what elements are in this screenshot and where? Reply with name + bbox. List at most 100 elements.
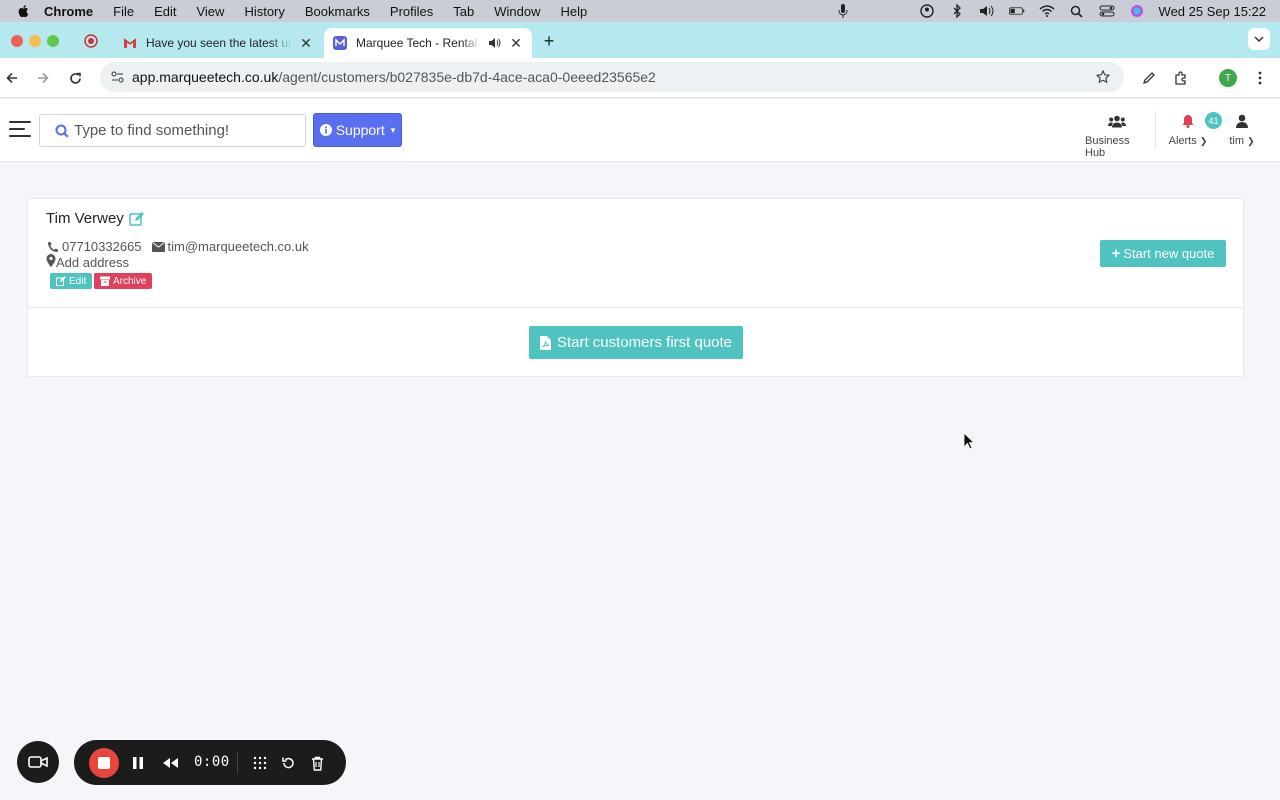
start-new-quote-button[interactable]: + Start new quote: [1100, 240, 1226, 267]
app-header: Support ▾ Business Hub Alerts ❯ 41 tim ❯: [0, 99, 1280, 162]
plus-icon: +: [1111, 245, 1121, 262]
siri-icon[interactable]: [1129, 4, 1145, 18]
recorder-grid-button[interactable]: [250, 753, 270, 773]
start-first-quote-button[interactable]: Start customers first quote: [529, 326, 743, 359]
url-path: /agent/customers/b027835e-db7d-4ace-aca0…: [278, 69, 656, 85]
alerts-chevron-icon: ❯: [1199, 136, 1208, 146]
tab-search-chevron-icon[interactable]: [1248, 28, 1270, 50]
card-divider: [28, 307, 1243, 308]
menu-tab[interactable]: Tab: [453, 4, 474, 19]
site-settings-icon[interactable]: [108, 68, 126, 86]
start-first-quote-label: Start customers first quote: [556, 334, 733, 351]
archive-label: Archive: [113, 275, 147, 287]
business-hub-link[interactable]: Business Hub: [1085, 113, 1149, 159]
menu-help[interactable]: Help: [561, 4, 588, 19]
tab-gmail-close-icon[interactable]: ✕: [298, 35, 314, 51]
start-new-quote-label: Start new quote: [1123, 246, 1215, 261]
support-label: Support: [335, 122, 385, 138]
reload-icon[interactable]: [65, 68, 85, 88]
apple-logo-icon[interactable]: [16, 4, 30, 18]
window-fullscreen-button[interactable]: [47, 35, 59, 47]
alerts-dropdown[interactable]: Alerts ❯: [1166, 113, 1210, 147]
recorder-delete-button[interactable]: [307, 753, 327, 773]
wifi-icon[interactable]: [1039, 4, 1055, 18]
back-arrow-icon[interactable]: [2, 68, 22, 88]
recorder-camera-button[interactable]: [17, 741, 59, 783]
menu-file[interactable]: File: [113, 4, 134, 19]
recorder-control-bar: 0:00: [74, 740, 346, 785]
menubar-clock[interactable]: Wed 25 Sep 15:22: [1159, 4, 1266, 19]
new-tab-button[interactable]: +: [540, 32, 558, 50]
menu-history[interactable]: History: [244, 4, 284, 19]
recorder-stop-button[interactable]: [89, 748, 119, 778]
video-camera-icon: [28, 756, 48, 768]
spotlight-search-icon[interactable]: [1069, 4, 1085, 18]
menu-app-name[interactable]: Chrome: [44, 4, 93, 19]
edit-name-icon[interactable]: [129, 211, 145, 227]
mac-menu-bar: Chrome File Edit View History Bookmarks …: [0, 0, 1280, 22]
recorder-rewind-button[interactable]: [160, 753, 180, 773]
user-icon: [1236, 113, 1248, 129]
chrome-menu-icon[interactable]: [1250, 68, 1270, 88]
users-group-icon: [1108, 113, 1126, 129]
global-search[interactable]: [39, 114, 306, 147]
archive-box-icon: [100, 276, 110, 286]
record-icon: [84, 34, 98, 48]
envelope-icon: [151, 240, 165, 253]
restart-icon: [282, 757, 294, 769]
info-icon: [319, 124, 332, 136]
bluetooth-icon[interactable]: [949, 4, 965, 18]
phone-icon: [46, 240, 59, 253]
alerts-count-badge: 41: [1205, 112, 1222, 129]
edit-label: Edit: [69, 275, 87, 287]
tab-gmail[interactable]: Have you seen the latest upd ✕: [114, 28, 322, 58]
search-input[interactable]: [74, 122, 294, 139]
stop-icon: [98, 757, 110, 769]
recorder-restart-button[interactable]: [278, 753, 298, 773]
user-switch-icon[interactable]: [919, 4, 935, 18]
menubar-status-area: Wed 25 Sep 15:22: [835, 0, 1266, 22]
trash-icon: [311, 756, 323, 771]
url-host: app.marqueetech.co.uk: [132, 69, 279, 85]
address-bar[interactable]: app.marqueetech.co.uk/agent/customers/b0…: [100, 62, 1124, 92]
bookmark-star-icon[interactable]: [1094, 68, 1112, 86]
menu-profiles[interactable]: Profiles: [390, 4, 433, 19]
profile-avatar[interactable]: T: [1219, 69, 1237, 87]
archive-customer-button[interactable]: Archive: [94, 273, 153, 289]
tab-marquee-tech-close-icon[interactable]: ✕: [508, 35, 524, 51]
add-address-link[interactable]: Add address: [56, 255, 129, 270]
menu-edit[interactable]: Edit: [154, 4, 176, 19]
customer-name: Tim Verwey: [46, 210, 124, 227]
support-dropdown-button[interactable]: Support ▾: [313, 113, 402, 147]
pen-extension-icon[interactable]: [1139, 68, 1159, 88]
forward-arrow-icon[interactable]: [33, 68, 53, 88]
customer-email[interactable]: tim@marqueetech.co.uk: [168, 239, 309, 254]
browser-tab-strip: Have you seen the latest upd ✕ Marquee T…: [0, 22, 1280, 58]
microphone-icon[interactable]: [835, 4, 851, 18]
edit-icon: [56, 276, 66, 286]
window-close-button[interactable]: [11, 35, 23, 47]
edit-customer-button[interactable]: Edit: [50, 273, 93, 289]
volume-icon[interactable]: [979, 4, 995, 18]
pinned-tab-recorder[interactable]: [80, 30, 102, 52]
alerts-label: Alerts ❯: [1168, 135, 1208, 147]
user-dropdown[interactable]: tim ❯: [1226, 113, 1258, 147]
extensions-puzzle-icon[interactable]: [1171, 68, 1191, 88]
menu-view[interactable]: View: [196, 4, 224, 19]
customer-phone[interactable]: 07710332665: [62, 239, 142, 254]
map-marker-icon: [46, 254, 56, 270]
marquee-tech-logo-icon: [332, 35, 348, 51]
dot-grid-icon: [253, 756, 267, 770]
pause-icon: [133, 757, 143, 769]
tab-marquee-tech[interactable]: Marquee Tech - Rental So ✕: [324, 28, 532, 58]
recorder-pause-button[interactable]: [128, 753, 148, 773]
battery-icon[interactable]: [1008, 4, 1025, 18]
menu-window[interactable]: Window: [494, 4, 540, 19]
window-minimize-button[interactable]: [29, 35, 41, 47]
hamburger-menu-icon[interactable]: [9, 121, 31, 139]
tab-audio-icon[interactable]: [486, 35, 502, 51]
address-row: Add address: [46, 254, 129, 270]
menu-bookmarks[interactable]: Bookmarks: [305, 4, 370, 19]
control-center-icon[interactable]: [1099, 4, 1115, 18]
bell-icon: [1182, 113, 1194, 129]
